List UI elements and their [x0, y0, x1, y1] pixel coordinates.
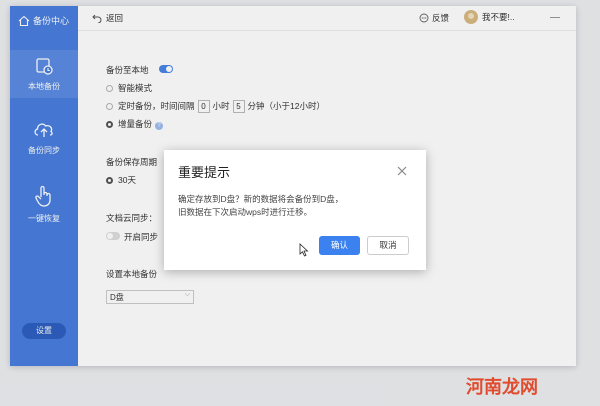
- close-icon[interactable]: [396, 165, 408, 177]
- cancel-button[interactable]: 取消: [367, 236, 409, 255]
- dialog-message-line: 确定存放到D盘？新的数据将会备份到D盘，: [178, 194, 344, 204]
- confirm-dialog: 重要提示 确定存放到D盘？新的数据将会备份到D盘， 旧数据在下次启动wps时进行…: [164, 150, 426, 270]
- dialog-message: 确定存放到D盘？新的数据将会备份到D盘， 旧数据在下次启动wps时进行迁移。: [178, 193, 414, 219]
- watermark: 河南龙网: [466, 377, 538, 397]
- mouse-cursor-icon: [299, 243, 309, 257]
- dialog-title: 重要提示: [178, 165, 231, 180]
- confirm-button[interactable]: 确认: [319, 236, 360, 255]
- dialog-message-line: 旧数据在下次启动wps时进行迁移。: [178, 207, 313, 217]
